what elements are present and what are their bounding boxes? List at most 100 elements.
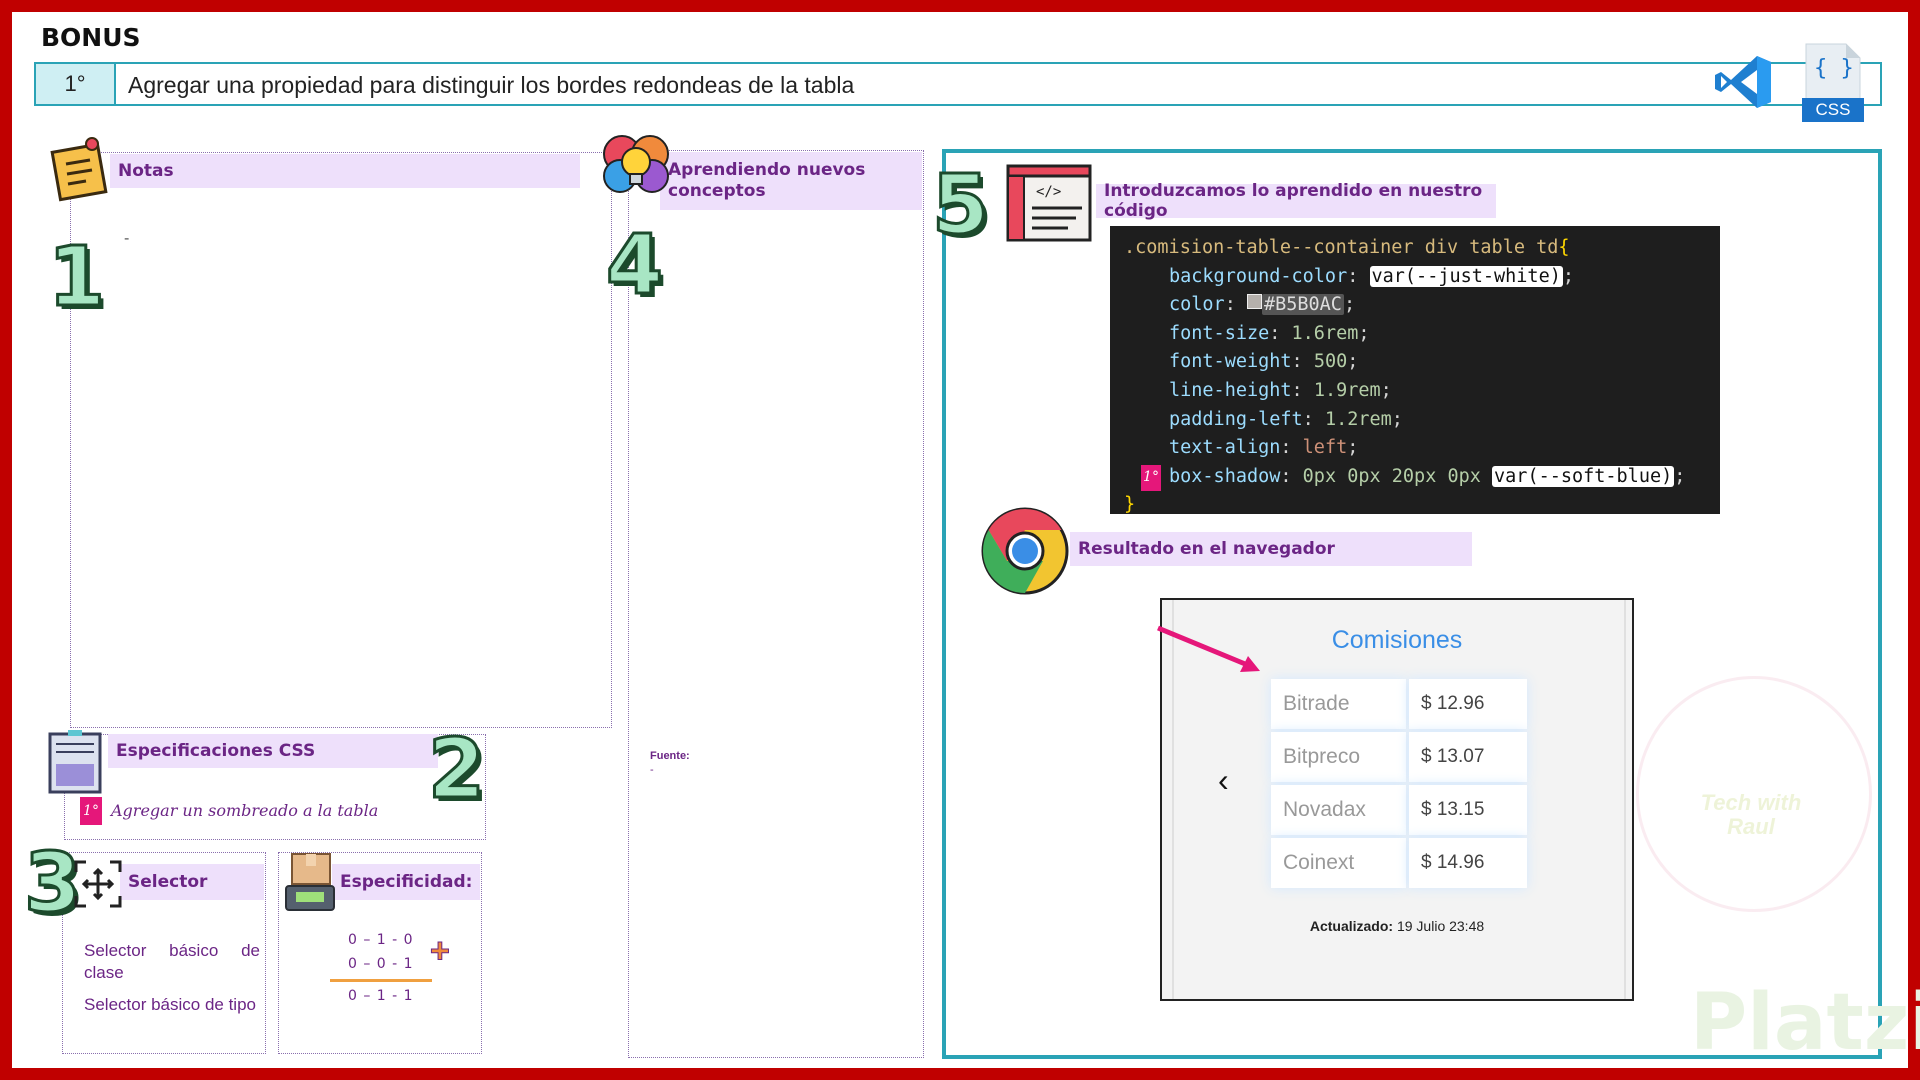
code-prop: padding-left	[1169, 408, 1303, 430]
color-swatch	[1246, 294, 1262, 310]
scale-icon	[284, 852, 336, 919]
aprendiendo-label: Aprendiendo nuevos conceptos	[660, 152, 922, 210]
section-number-2: 2	[426, 721, 486, 819]
css-braces: { }	[1814, 56, 1854, 81]
notas-box	[70, 152, 612, 728]
notas-label: Notas	[110, 154, 580, 188]
especificaciones-title: Especificaciones CSS	[116, 741, 316, 761]
code-value: 1.9rem	[1313, 379, 1381, 401]
back-chevron-icon[interactable]: ‹	[1218, 764, 1229, 796]
spec-item: Agregar un sombreado a la tabla	[111, 801, 379, 820]
comisiones-table: Bitrade $ 12.96 Bitpreco $ 13.07 Novadax $ …	[1268, 676, 1530, 891]
exchange-value: $ 14.96	[1409, 838, 1527, 888]
plus-icon: +	[430, 932, 451, 970]
code-prop: font-weight	[1169, 351, 1292, 373]
tech-with-raul-badge: Tech with Raul	[1636, 676, 1872, 912]
code-line: text-align: left;	[1169, 437, 1359, 459]
section-number-4: 4	[604, 217, 664, 315]
updated-label: Actualizado:	[1309, 918, 1394, 934]
code-close-brace: }	[1124, 494, 1136, 516]
updated-value: 19 Julio 23:48	[1396, 918, 1485, 934]
codigo-title: Introduzcamos lo aprendido en nuestro có…	[1104, 181, 1483, 221]
exchange-value: $ 13.07	[1409, 732, 1527, 782]
task-text: Agregar una propiedad para distinguir lo…	[128, 72, 855, 98]
code-prop: text-align	[1169, 437, 1281, 459]
code-value: 1.6rem	[1291, 322, 1359, 344]
code-open-brace: {	[1558, 237, 1570, 258]
notas-title: Notas	[118, 161, 174, 181]
code-prop: color	[1169, 294, 1225, 316]
especificidad-total: 0 – 1 - 1	[348, 988, 414, 1004]
code-prop: box-shadow	[1169, 465, 1281, 487]
spec-badge: 1°	[80, 797, 102, 825]
document-icon	[48, 730, 104, 799]
exchange-value: $ 13.15	[1409, 785, 1527, 835]
aprendiendo-box	[628, 150, 924, 1058]
svg-text:</>: </>	[1036, 184, 1061, 200]
especificidad-row-2: 0 – 0 - 1	[348, 956, 414, 972]
task-number: 1°	[34, 62, 116, 106]
selector-item-2: Selector básico de tipo	[84, 995, 256, 1014]
badge-line-2: Raul	[1727, 814, 1775, 839]
pointer-arrow-icon	[1148, 616, 1268, 681]
table-row: Coinext $ 14.96	[1271, 838, 1527, 888]
code-prop: background-color	[1169, 265, 1348, 287]
code-prop: line-height	[1169, 379, 1292, 401]
code-line: padding-left: 1.2rem;	[1169, 408, 1403, 430]
code-value: 500	[1313, 351, 1348, 373]
code-prop: font-size	[1169, 322, 1270, 344]
selector-title: Selector	[128, 872, 208, 892]
exchange-value: $ 12.96	[1409, 679, 1527, 729]
codigo-label: Introduzcamos lo aprendido en nuestro có…	[1096, 181, 1496, 221]
code-selector: .comision-table--container div table td	[1124, 237, 1559, 258]
code-value: left	[1302, 437, 1348, 459]
code-line: line-height: 1.9rem;	[1169, 379, 1392, 401]
sticky-note-icon	[50, 136, 110, 207]
code-value: #B5B0AC	[1261, 294, 1344, 316]
chrome-icon	[980, 506, 1070, 601]
exchange-name: Novadax	[1271, 785, 1406, 835]
table-row: Bitpreco $ 13.07	[1271, 732, 1527, 782]
especificaciones-label: Especificaciones CSS	[108, 734, 438, 768]
code-line: color: #B5B0AC;	[1169, 294, 1356, 316]
resultado-title: Resultado en el navegador	[1078, 539, 1335, 559]
code-line: background-color: var(--just-white);	[1169, 265, 1574, 287]
code-close-line: }	[1124, 491, 1720, 520]
code-line: 1° box-shadow: 0px 0px 20px 0px var(--sof…	[1124, 463, 1720, 492]
aprendiendo-title-2: conceptos	[668, 181, 766, 201]
section-number-3: 3	[22, 835, 82, 933]
notas-body: -	[124, 230, 130, 247]
code-window-icon: </>	[1006, 164, 1092, 247]
selector-label: Selector	[120, 864, 264, 900]
platzi-watermark: Platzi	[1690, 978, 1920, 1068]
vscode-icon	[1713, 52, 1773, 117]
css-file-icon: { } CSS	[1802, 42, 1864, 122]
updated-line: Actualizado: 19 Julio 23:48	[1162, 918, 1632, 934]
exchange-name: Bitpreco	[1271, 732, 1406, 782]
code-value: var(--soft-blue)	[1492, 465, 1675, 487]
exchange-name: Bitrade	[1271, 679, 1406, 729]
code-value: var(--just-white)	[1369, 265, 1563, 287]
fuente-label: Fuente:	[650, 750, 690, 762]
fuente-value: -	[650, 764, 654, 776]
css-label: CSS	[1815, 100, 1851, 119]
resultado-label: Resultado en el navegador	[1070, 532, 1472, 566]
code-selector-line: .comision-table--container div table td{	[1124, 234, 1720, 263]
section-number-1: 1	[46, 229, 106, 327]
sum-line	[330, 979, 432, 982]
badge-text: Tech with Raul	[1691, 791, 1811, 839]
code-block: .comision-table--container div table td{…	[1110, 226, 1720, 515]
code-badge: 1°	[1141, 464, 1161, 491]
table-row: Bitrade $ 12.96	[1271, 679, 1527, 729]
section-number-5: 5	[930, 157, 990, 255]
especificidad-label: Especificidad:	[332, 864, 480, 900]
preview-divider	[1624, 600, 1626, 999]
especificidad-title: Especificidad:	[340, 872, 473, 892]
code-value-prefix: 0px 0px 20px 0px	[1302, 465, 1481, 487]
especificidad-row-1: 0 – 1 - 0	[348, 932, 414, 948]
selector-item-1: Selector básico de clase	[84, 941, 260, 982]
code-value: 1.2rem	[1324, 408, 1392, 430]
code-line: font-weight: 500;	[1169, 351, 1359, 373]
bonus-title: BONUS	[41, 23, 141, 52]
exchange-name: Coinext	[1271, 838, 1406, 888]
